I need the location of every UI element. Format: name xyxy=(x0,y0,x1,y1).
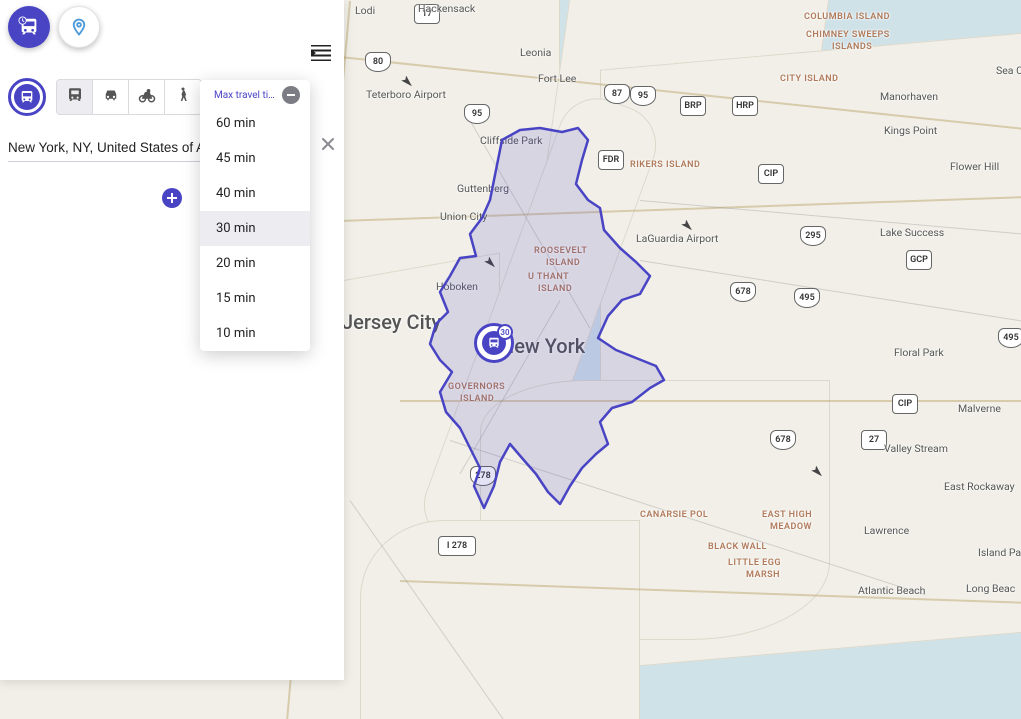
dropdown-option[interactable]: 30 min xyxy=(200,211,310,246)
transit-history-icon[interactable] xyxy=(8,6,50,48)
origin-marker-badge: 30 xyxy=(497,324,513,340)
search-panel: Max travel ti… 60 min45 min40 min30 min2… xyxy=(0,0,344,680)
origin-marker[interactable]: 30 xyxy=(474,323,514,363)
collapse-button[interactable] xyxy=(282,86,300,104)
mode-tab-transit[interactable] xyxy=(57,80,93,114)
transit-icon xyxy=(14,84,40,110)
dropdown-option[interactable]: 10 min xyxy=(200,316,310,351)
dropdown-header: Max travel ti… xyxy=(200,80,310,106)
map-pin-icon[interactable] xyxy=(58,6,100,48)
dropdown-option[interactable]: 15 min xyxy=(200,281,310,316)
walk-icon xyxy=(174,86,192,108)
top-icons xyxy=(8,6,100,48)
indent-button[interactable] xyxy=(310,44,332,62)
clear-input-button[interactable] xyxy=(318,134,338,154)
mode-row xyxy=(8,78,202,116)
origin-mode-badge[interactable] xyxy=(8,78,46,116)
viewport: 1780958795BRPHRPFDRCIP295GCP495678495CIP… xyxy=(0,0,1021,719)
mode-tab-bike[interactable] xyxy=(129,80,165,114)
dropdown-option[interactable]: 20 min xyxy=(200,246,310,281)
mode-tabs xyxy=(56,79,202,115)
bike-icon xyxy=(138,86,156,108)
add-origin-button[interactable] xyxy=(162,188,182,208)
dropdown-option[interactable]: 45 min xyxy=(200,141,310,176)
mode-tab-car[interactable] xyxy=(93,80,129,114)
car-icon xyxy=(102,86,120,108)
dropdown-option[interactable]: 60 min xyxy=(200,106,310,141)
dropdown-option[interactable]: 40 min xyxy=(200,176,310,211)
max-travel-time-dropdown: Max travel ti… 60 min45 min40 min30 min2… xyxy=(200,80,310,351)
transit-icon xyxy=(66,86,84,108)
dropdown-label: Max travel ti… xyxy=(214,90,275,101)
mode-tab-walk[interactable] xyxy=(165,80,201,114)
